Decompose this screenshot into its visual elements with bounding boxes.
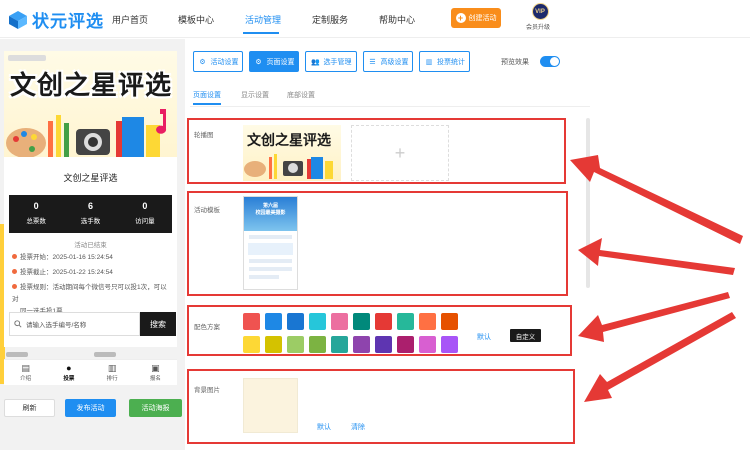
plus-icon: +	[455, 13, 466, 23]
page-gear-icon: ⚙	[255, 58, 262, 66]
app-logo[interactable]: 状元评选	[8, 7, 104, 32]
stat-total-votes: 0 总票数	[9, 195, 63, 233]
search-icon	[14, 320, 22, 328]
preview-effect-toggle[interactable]	[540, 56, 560, 67]
stat-value: 0	[142, 201, 148, 211]
subtab-active-indicator	[193, 103, 221, 105]
subtab-page-settings[interactable]: 页面设置	[193, 90, 221, 100]
vote-start-text: 投票开始：2025-01-16 15:24:54	[20, 254, 113, 261]
bullet-icon	[12, 269, 17, 274]
refresh-button[interactable]: 刷新	[4, 399, 55, 417]
logo-text: 状元评选	[32, 12, 104, 31]
nav-home[interactable]: 用户首页	[112, 13, 148, 26]
highlight-box-template	[187, 191, 568, 296]
art-supplies-illustration	[6, 109, 167, 161]
mobile-preview-panel: 文创之星评选 文创之星评选 0 总票数 6 选手数 0 访问量 活动已结束 投票…	[0, 39, 185, 450]
preview-tabbar: ▤ 介绍 ● 投票 ▥ 排行 ▣ 报名	[4, 359, 177, 385]
button-label: 投票统计	[437, 58, 465, 66]
stat-value: 6	[87, 201, 93, 211]
subtab-display-settings[interactable]: 显示设置	[241, 90, 269, 100]
highlight-box-background	[187, 369, 575, 444]
blurred-text	[8, 55, 46, 61]
contestant-management-button[interactable]: 👥 选手管理	[305, 51, 357, 72]
banner-title: 文创之星评选	[10, 70, 173, 100]
vip-upgrade[interactable]: VIP 会员升级	[526, 3, 553, 31]
nav-help-center[interactable]: 帮助中心	[379, 13, 415, 26]
divider	[190, 106, 590, 107]
stat-label: 访问量	[135, 218, 155, 225]
button-label: 选手管理	[323, 58, 352, 66]
bullet-icon	[12, 254, 17, 259]
stats-bar: 0 总票数 6 选手数 0 访问量	[9, 195, 172, 233]
document-icon: ▤	[21, 363, 30, 373]
top-navbar: 状元评选 用户首页 模板中心 活动管理 定制服务 帮助中心 + 创建活动 VIP…	[0, 0, 750, 38]
partial-card	[6, 352, 28, 357]
highlight-box-color	[187, 305, 572, 356]
vote-rule-text: 投票规则：活动期间每个微信号只可以投1次，可以对	[12, 284, 167, 303]
button-label: 高级设置	[380, 58, 409, 66]
vip-label: 会员升级	[525, 25, 550, 31]
search-input[interactable]: 请输入选手编号/名称	[9, 312, 140, 336]
tab-label: 投票	[63, 376, 75, 382]
signup-icon: ▣	[151, 363, 160, 373]
activity-info-card: 文创之星评选 0 总票数 6 选手数 0 访问量 活动已结束 投票开始：2025…	[4, 157, 177, 347]
partial-card	[94, 352, 116, 357]
bar-chart-icon: ▥	[425, 58, 433, 66]
tab-vote[interactable]: ● 投票	[47, 360, 90, 385]
highlight-box-carousel	[187, 118, 566, 184]
stat-label: 总票数	[26, 218, 46, 225]
gear-icon: ⚙	[199, 58, 206, 66]
button-label: 活动设置	[210, 58, 239, 66]
logo-cube-icon	[9, 10, 27, 29]
preview-banner: 文创之星评选	[4, 51, 177, 166]
vote-stats-button[interactable]: ▥ 投票统计	[419, 51, 470, 72]
vip-badge-icon: VIP	[531, 3, 549, 20]
tab-label: 介绍	[20, 376, 32, 382]
arrow-to-template	[578, 238, 735, 275]
activity-settings-button[interactable]: ⚙ 活动设置	[193, 51, 243, 72]
users-icon: 👥	[311, 58, 320, 66]
stat-visits: 0 访问量	[118, 195, 172, 233]
vote-end-row: 投票截止：2025-01-22 15:24:54	[12, 267, 172, 279]
activity-status: 活动已结束	[74, 242, 107, 249]
user-icon: ●	[66, 363, 72, 373]
nav-active-indicator	[243, 32, 279, 34]
bullet-icon	[12, 284, 17, 289]
stat-value: 0	[33, 201, 39, 211]
nav-custom-service[interactable]: 定制服务	[312, 13, 348, 26]
stat-label: 选手数	[80, 218, 101, 225]
tab-ranking[interactable]: ▥ 排行	[91, 360, 134, 385]
search-placeholder: 请输入选手编号/名称	[26, 322, 87, 329]
create-activity-label: 创建活动	[468, 15, 497, 22]
tab-label: 报名	[149, 376, 161, 382]
nav-activity-management[interactable]: 活动管理	[245, 13, 281, 26]
tab-intro[interactable]: ▤ 介绍	[4, 360, 47, 385]
create-activity-button[interactable]: + 创建活动	[451, 8, 501, 28]
arrow-to-background	[584, 312, 736, 402]
contestant-search: 请输入选手编号/名称 搜索	[9, 312, 176, 336]
advanced-settings-button[interactable]: ☰ 高级设置	[363, 51, 413, 72]
sliders-icon: ☰	[369, 58, 376, 66]
preview-effect-label: 预览效果	[501, 59, 529, 66]
tab-label: 排行	[106, 376, 118, 382]
vote-end-text: 投票截止：2025-01-22 15:24:54	[20, 269, 113, 276]
activity-title: 文创之星评选	[63, 173, 118, 183]
arrow-to-color	[578, 292, 730, 342]
nav-templates[interactable]: 模板中心	[178, 13, 214, 26]
podium-icon: ▥	[107, 363, 117, 373]
vote-start-row: 投票开始：2025-01-16 15:24:54	[12, 252, 172, 264]
publish-activity-button[interactable]: 发布活动	[65, 399, 116, 417]
page-settings-button[interactable]: ⚙ 页面设置	[249, 51, 299, 72]
activity-poster-button[interactable]: 活动海报	[129, 399, 182, 417]
arrow-to-carousel	[570, 155, 743, 244]
button-label: 页面设置	[266, 58, 295, 66]
scrollbar[interactable]	[586, 118, 590, 288]
subtab-footer-settings[interactable]: 底部设置	[287, 90, 315, 100]
stat-contestants: 6 选手数	[63, 195, 117, 233]
tab-signup[interactable]: ▣ 报名	[134, 360, 177, 385]
search-button[interactable]: 搜索	[140, 312, 176, 336]
